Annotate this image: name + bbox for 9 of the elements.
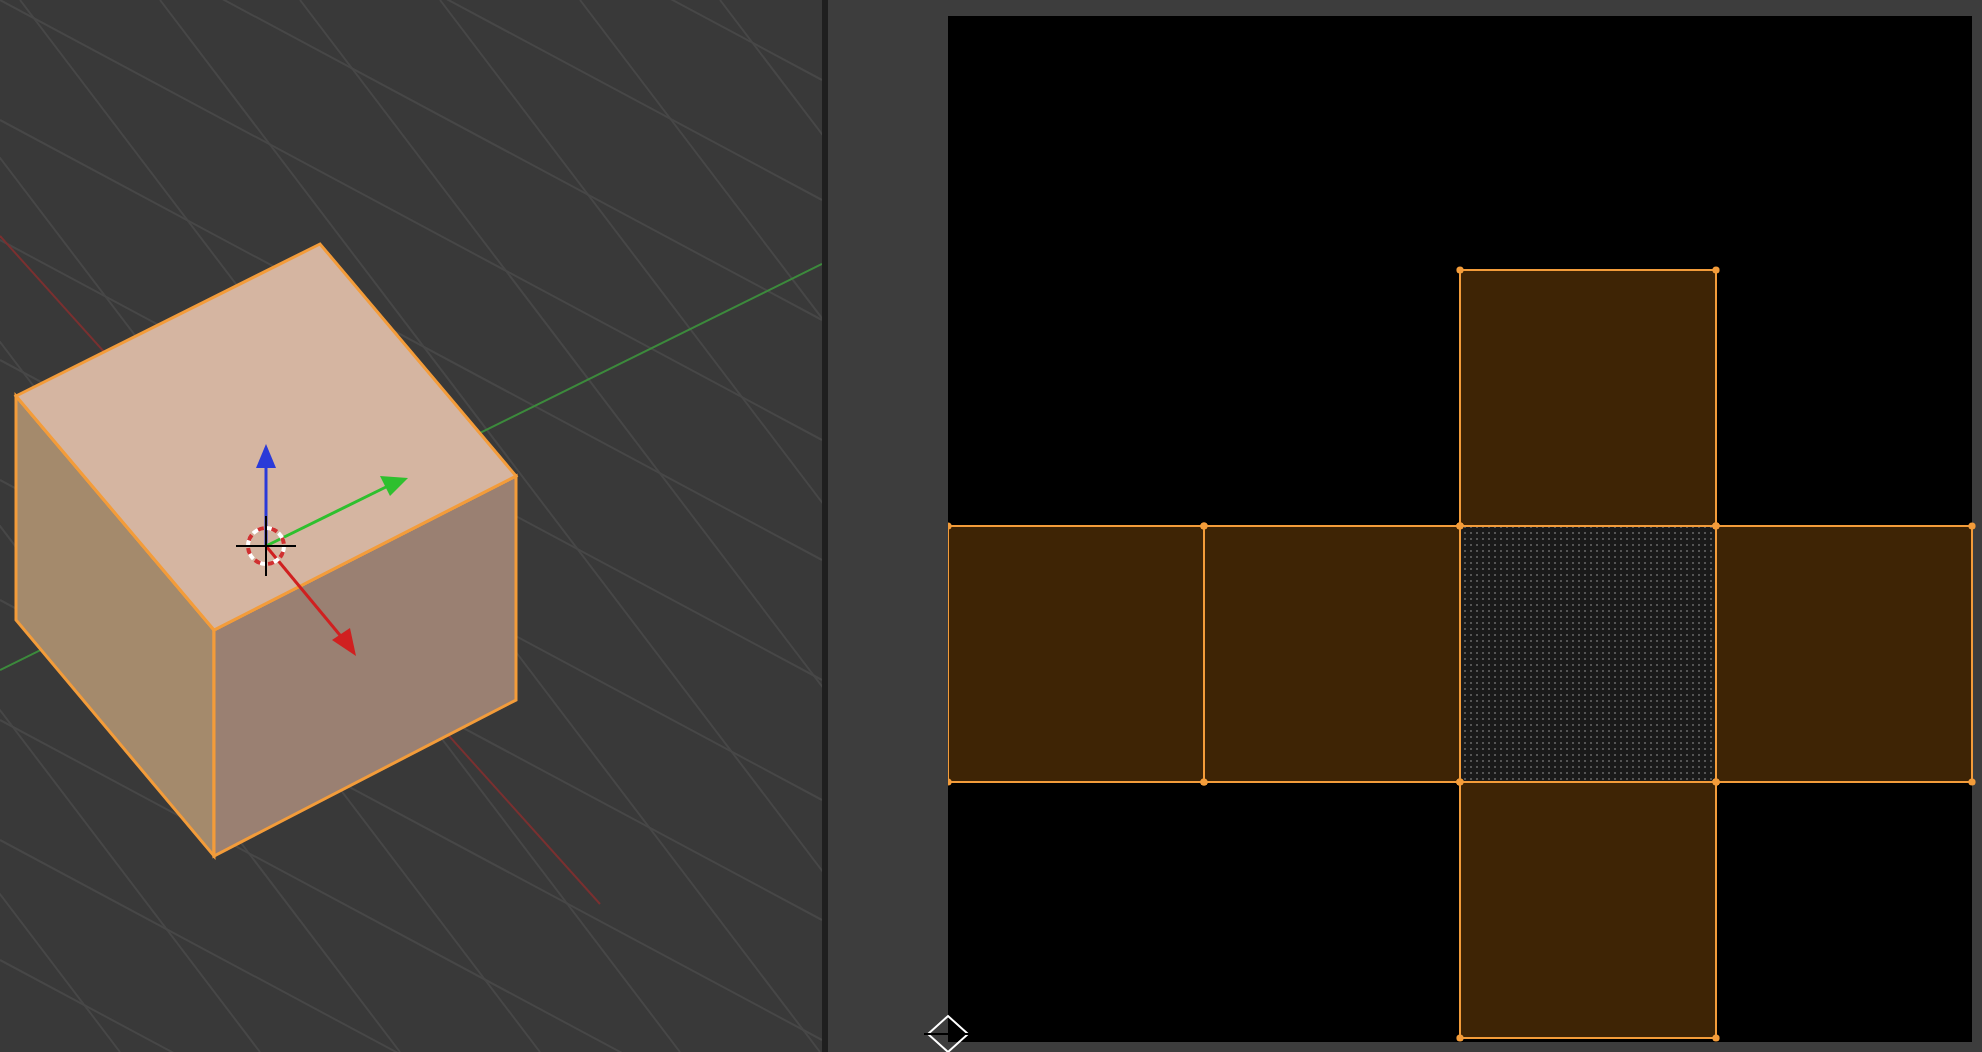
transform-gizmo-icon[interactable] <box>256 444 408 656</box>
uv-face[interactable] <box>948 522 1208 786</box>
2d-cursor-icon <box>924 1012 972 1052</box>
uv-face[interactable] <box>1456 266 1720 530</box>
uv-face[interactable] <box>1200 522 1464 786</box>
3d-cursor-icon <box>235 515 297 577</box>
uv-face[interactable] <box>1712 522 1976 786</box>
uv-face[interactable] <box>1456 778 1720 1042</box>
uv-face[interactable] <box>1456 522 1720 786</box>
